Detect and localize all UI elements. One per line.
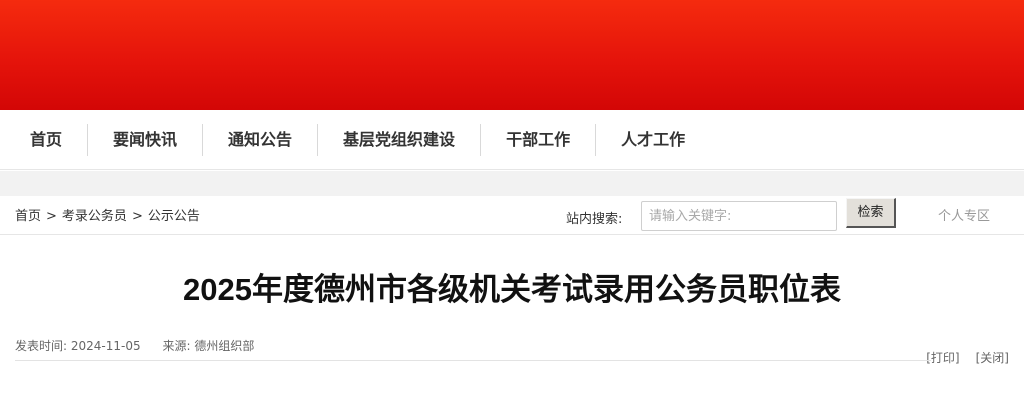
breadcrumb-separator: > — [131, 209, 143, 224]
nav-item-cadre-work[interactable]: 干部工作 — [481, 124, 597, 156]
article-meta: 发表时间: 2024-11-05 来源: 德州组织部 — [15, 337, 254, 354]
close-link[interactable]: [关闭] — [976, 351, 1009, 365]
personal-area-link[interactable]: 个人专区 — [938, 205, 990, 224]
nav-item-notices[interactable]: 通知公告 — [203, 124, 319, 156]
source-value: 德州组织部 — [194, 339, 255, 353]
search-input[interactable] — [641, 201, 837, 231]
nav-item-talent-work[interactable]: 人才工作 — [596, 124, 710, 156]
nav-item-home[interactable]: 首页 — [0, 124, 89, 156]
page-title: 2025年度德州市各级机关考试录用公务员职位表 — [183, 272, 841, 307]
nav-item-party-building[interactable]: 基层党组织建设 — [318, 124, 482, 156]
divider-band — [0, 171, 1024, 196]
breadcrumb-bar: 首页 > 考录公务员 > 公示公告 站内搜索: 检索 个人专区 — [0, 196, 1024, 235]
main-nav: 首页 要闻快讯 通知公告 基层党组织建设 干部工作 人才工作 — [0, 110, 1024, 170]
breadcrumb-announcements[interactable]: 公示公告 — [148, 209, 200, 224]
source-label: 来源: — [162, 339, 191, 353]
breadcrumb-civil-servant[interactable]: 考录公务员 — [62, 209, 127, 224]
nav-item-news[interactable]: 要闻快讯 — [88, 124, 204, 156]
breadcrumb-home[interactable]: 首页 — [15, 209, 41, 224]
publish-label: 发表时间: — [15, 339, 68, 353]
search-label: 站内搜索: — [566, 212, 623, 227]
header-banner — [0, 0, 1024, 110]
breadcrumb-separator: > — [46, 209, 57, 224]
meta-divider — [15, 360, 931, 361]
breadcrumb: 首页 > 考录公务员 > 公示公告 — [15, 205, 200, 224]
search-button[interactable]: 检索 — [846, 198, 896, 228]
print-link[interactable]: [打印] — [926, 351, 959, 365]
publish-date: 2024-11-05 — [70, 339, 141, 353]
article-tools: [打印] [关闭] — [926, 349, 1009, 366]
